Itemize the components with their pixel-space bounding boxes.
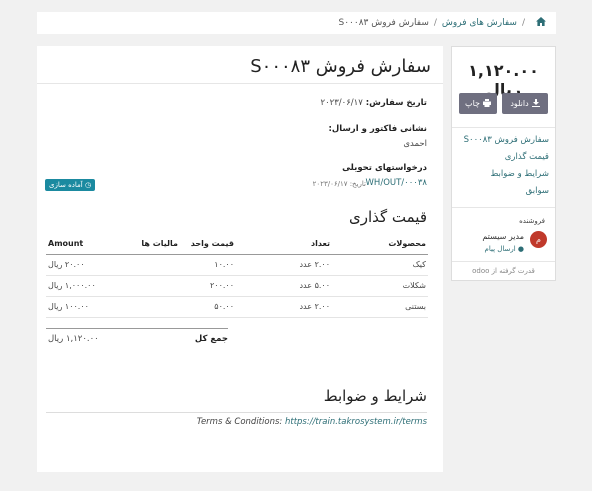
table-row: کیک ۲.۰۰ عدد ۱۰.۰۰ ۲۰.۰۰ ریال	[46, 254, 428, 276]
breadcrumb: / سفارش های فروش / سفارش فروش S۰۰۰۸۳	[37, 12, 556, 34]
seller-name: مدیر سیستم	[482, 232, 524, 241]
breadcrumb-current: سفارش فروش S۰۰۰۸۳	[338, 18, 429, 28]
divider	[452, 127, 555, 128]
total-label: جمع کل	[194, 334, 228, 344]
order-lines-table: محصولات تعداد قیمت واحد مالیات ها Amount…	[46, 234, 428, 318]
cell-unit-price: ۲۰۰.۰۰	[180, 275, 236, 297]
avatar: م	[530, 231, 547, 248]
cell-amount: ۱۰۰.۰۰ ریال	[46, 296, 111, 318]
breadcrumb-separator: /	[433, 18, 437, 28]
delivery-label: درخواستهای تحویلی	[342, 163, 427, 173]
seller-label: فروشنده	[519, 217, 545, 225]
cell-product: بستنی	[332, 296, 428, 318]
sidebar-item-pricing[interactable]: قیمت گذاری	[505, 152, 549, 162]
cell-unit-price: ۱۰.۰۰	[180, 254, 236, 276]
total-divider	[46, 328, 228, 329]
divider	[452, 261, 555, 262]
download-button[interactable]: دانلود	[502, 93, 548, 114]
breadcrumb-separator: /	[521, 18, 525, 28]
delivery-link[interactable]: WH/OUT/۰۰۰۳۸	[366, 178, 427, 188]
table-row: شکلات ۵.۰۰ عدد ۲۰۰.۰۰ ۱,۰۰۰.۰۰ ریال	[46, 275, 428, 297]
order-date-value: ۲۰۲۳/۰۶/۱۷	[320, 98, 363, 108]
print-icon	[482, 98, 491, 109]
divider	[37, 83, 443, 84]
sidebar-item-history[interactable]: سوابق	[526, 186, 549, 196]
print-button[interactable]: چاپ	[459, 93, 497, 114]
table-header-row: محصولات تعداد قیمت واحد مالیات ها Amount	[46, 234, 428, 255]
order-date-label: تاریخ سفارش: ۲۰۲۳/۰۶/۱۷	[320, 98, 427, 108]
cell-amount: ۲۰.۰۰ ریال	[46, 254, 111, 276]
sidebar-item-order[interactable]: سفارش فروش S۰۰۰۸۳	[464, 135, 549, 145]
divider	[46, 412, 427, 413]
cell-qty: ۵.۰۰ عدد	[236, 275, 332, 297]
send-message-link[interactable]: ● ارسال پیام	[484, 245, 524, 253]
pricing-title: قیمت گذاری	[348, 208, 427, 226]
address-name: احمدی	[403, 139, 427, 149]
comment-icon: ●	[517, 245, 524, 253]
cell-taxes	[111, 275, 180, 297]
cell-unit-price: ۵۰.۰۰	[180, 296, 236, 318]
breadcrumb-sales-orders[interactable]: سفارش های فروش	[442, 18, 517, 28]
address-label: نشانی فاکتور و ارسال:	[328, 124, 427, 134]
sidebar: ۱,۱۲۰.۰۰ ریال دانلود چاپ سفارش فروش S۰۰۰…	[451, 46, 556, 281]
header-product: محصولات	[332, 234, 428, 255]
odoo-logo[interactable]: odoo	[472, 267, 489, 275]
cell-qty: ۲.۰۰ عدد	[236, 254, 332, 276]
cell-taxes	[111, 296, 180, 318]
header-taxes: مالیات ها	[111, 234, 180, 255]
total-value: ۱,۱۲۰.۰۰ ریال	[48, 334, 99, 344]
powered-by: قدرت گرفته از odoo	[472, 267, 535, 275]
cell-product: شکلات	[332, 275, 428, 297]
table-row: بستنی ۲.۰۰ عدد ۵۰.۰۰ ۱۰۰.۰۰ ریال	[46, 296, 428, 318]
cell-product: کیک	[332, 254, 428, 276]
cell-amount: ۱,۰۰۰.۰۰ ریال	[46, 275, 111, 297]
download-icon	[531, 98, 540, 109]
home-icon[interactable]	[536, 17, 546, 29]
cell-qty: ۲.۰۰ عدد	[236, 296, 332, 318]
status-badge: ◷ آماده سازی	[45, 179, 96, 191]
delivery-date: تاریخ: ۲۰۲۳/۰۶/۱۷	[312, 180, 366, 188]
cell-taxes	[111, 254, 180, 276]
sidebar-item-terms[interactable]: شرایط و ضوابط	[490, 169, 549, 179]
terms-link[interactable]: https://train.takrosystem.ir/terms	[285, 417, 427, 427]
header-unit-price: قیمت واحد	[180, 234, 236, 255]
header-amount: Amount	[46, 234, 111, 255]
clock-icon: ◷	[84, 181, 92, 189]
sale-order-document: سفارش فروش S۰۰۰۸۳ تاریخ سفارش: ۲۰۲۳/۰۶/۱…	[37, 46, 443, 472]
header-qty: تعداد	[236, 234, 332, 255]
terms-text: Terms & Conditions: https://train.takros…	[196, 417, 427, 427]
page-title: سفارش فروش S۰۰۰۸۳	[250, 56, 431, 77]
divider	[452, 207, 555, 208]
terms-title: شرایط و ضوابط	[323, 387, 427, 405]
